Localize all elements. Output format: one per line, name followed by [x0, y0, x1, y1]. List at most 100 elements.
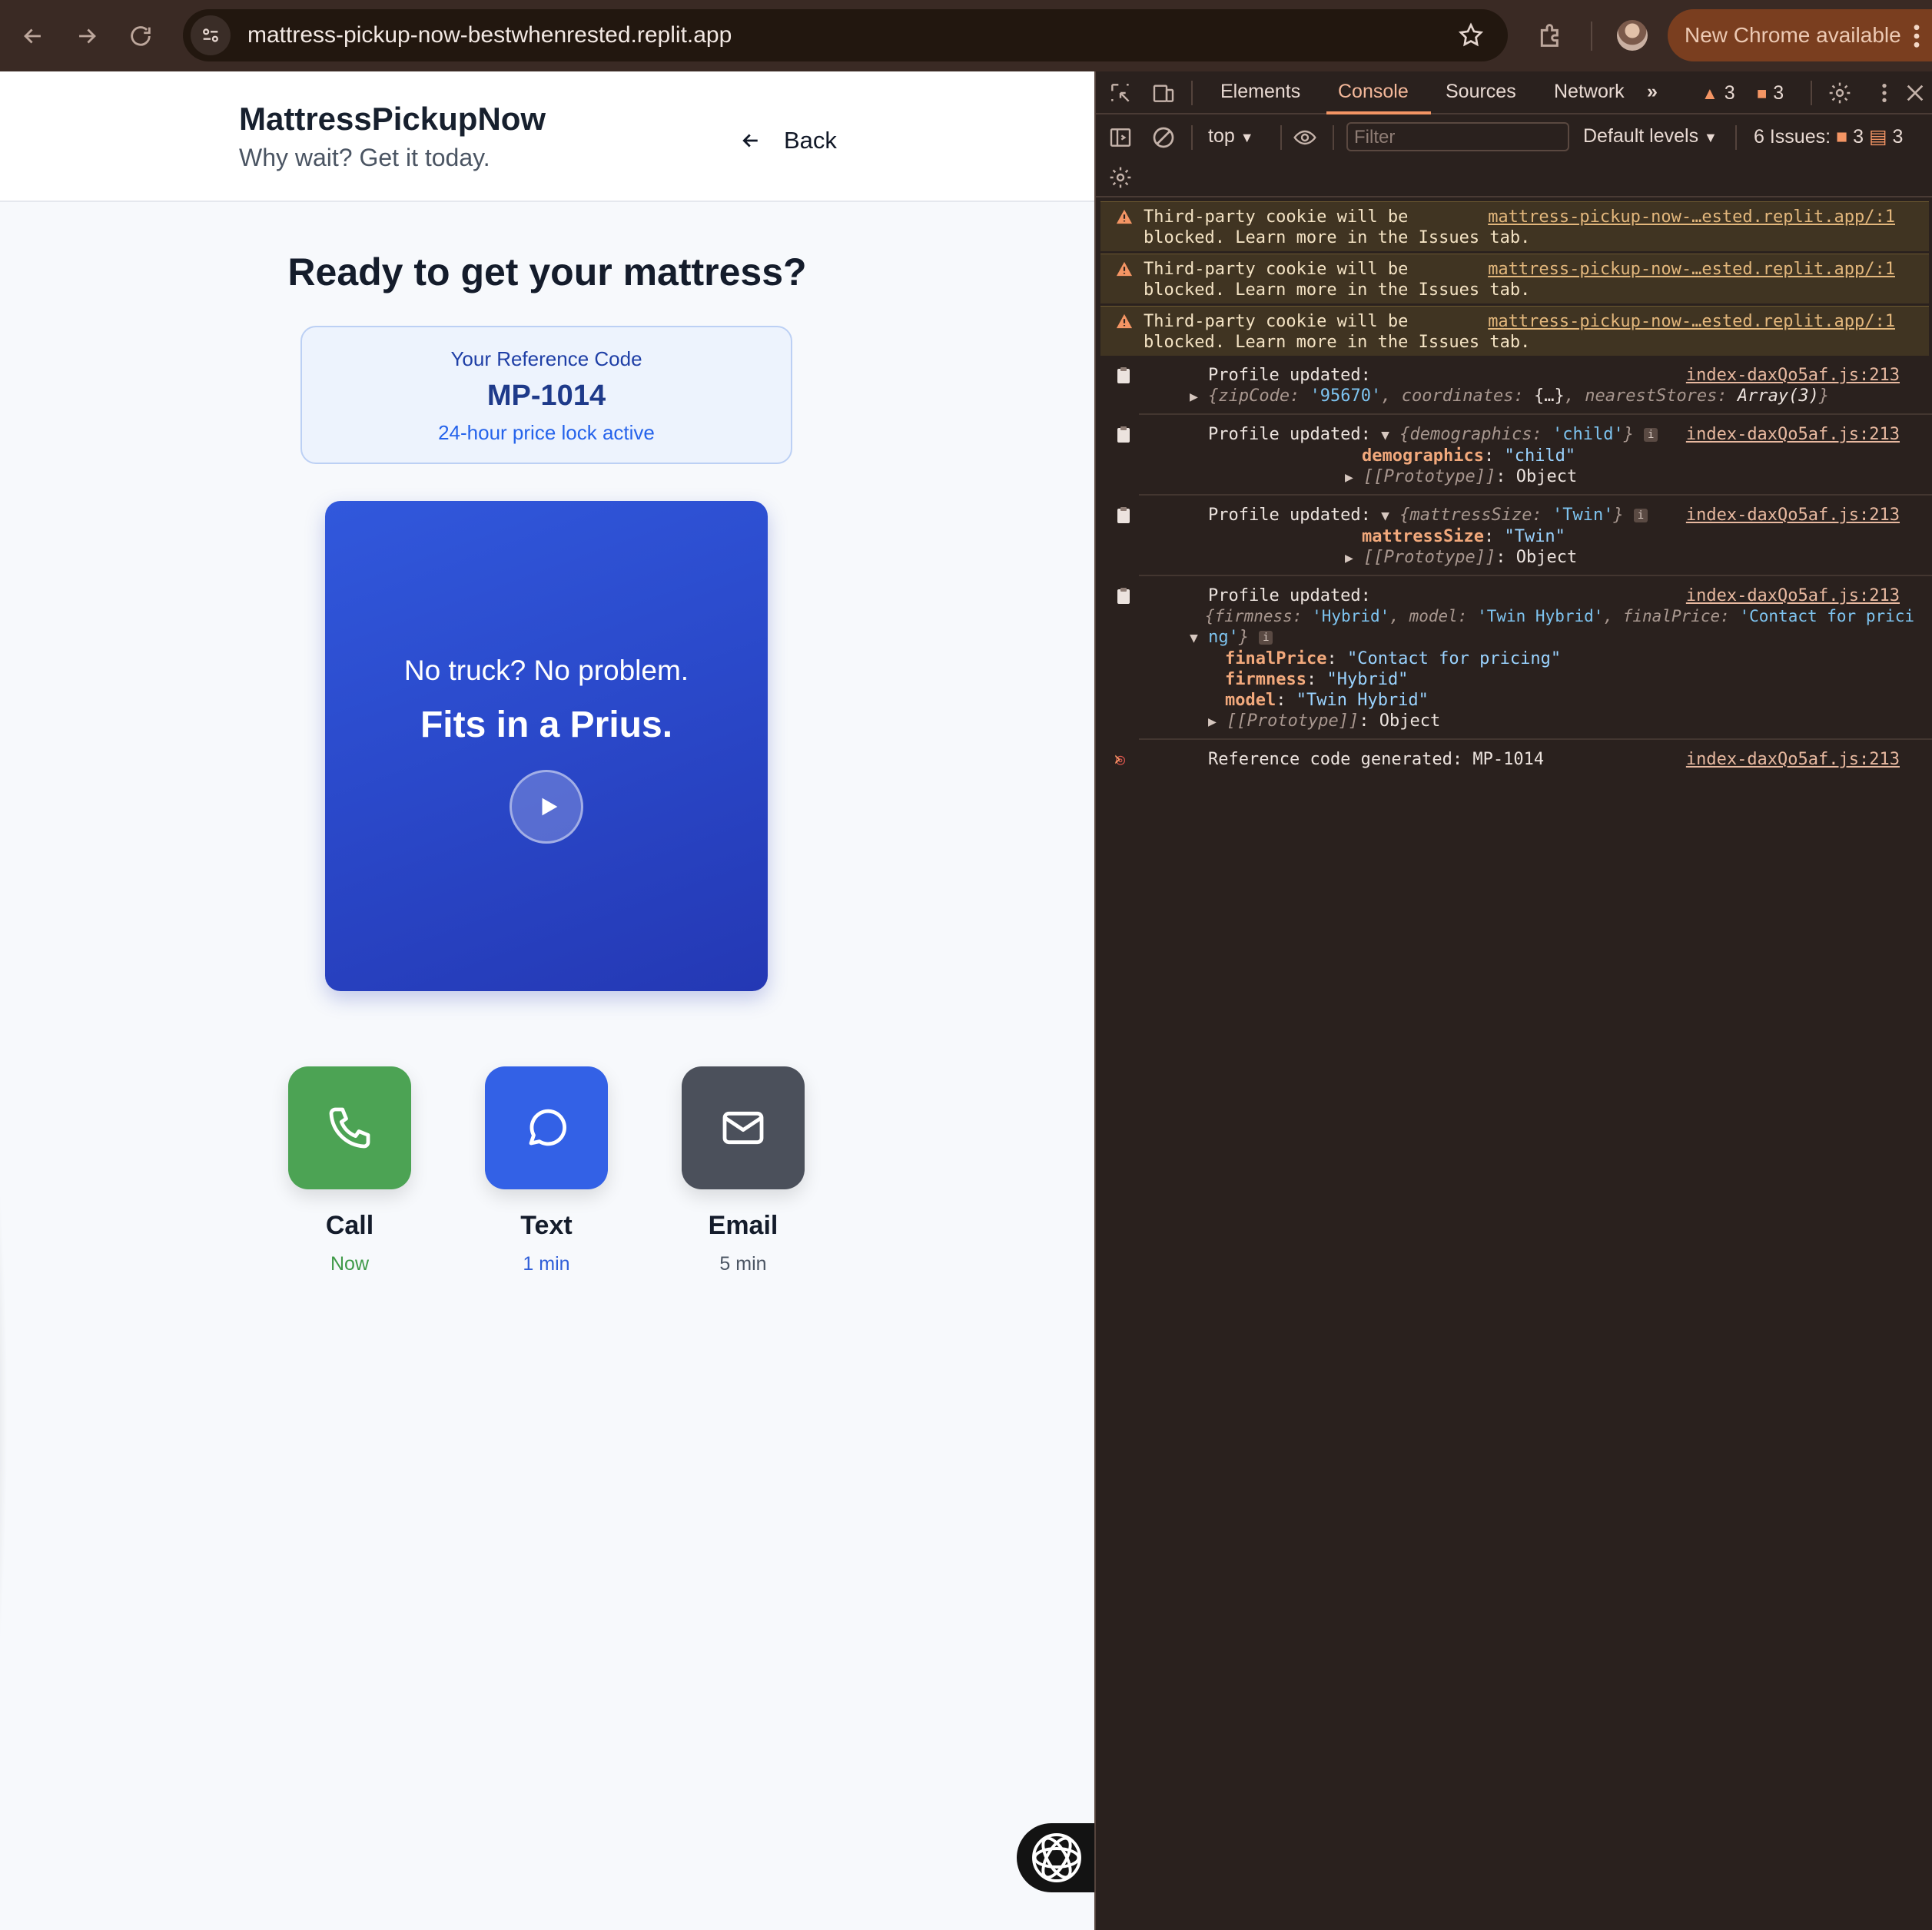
levels-value: Default levels	[1583, 125, 1699, 147]
warning-source-link[interactable]: mattress-pickup-now-…ested.replit.app/:1	[1488, 207, 1895, 227]
console-warning[interactable]: Third-party cookie will be blocked. Lear…	[1100, 306, 1929, 356]
mail-icon	[722, 1111, 764, 1145]
sidebar-toggle-icon[interactable]	[1108, 125, 1133, 154]
video-caption-line2: Fits in a Prius.	[420, 705, 673, 745]
profile-avatar[interactable]	[1617, 20, 1648, 51]
settings-gear-icon[interactable]	[1827, 81, 1852, 109]
contact-option-call[interactable]: Call Now	[288, 1066, 411, 1275]
email-label: Email	[708, 1211, 778, 1240]
tab-elements[interactable]: Elements	[1220, 81, 1300, 103]
console-settings-gear-icon[interactable]	[1108, 165, 1133, 193]
warning-source-link[interactable]: mattress-pickup-now-…ested.replit.app/:1	[1488, 311, 1895, 332]
text-button[interactable]	[485, 1066, 608, 1189]
expand-caret-icon[interactable]: ▶	[1345, 550, 1353, 566]
collapse-caret-icon[interactable]: ▼	[1381, 508, 1389, 524]
prop-key: demographics	[1362, 446, 1484, 466]
url-text[interactable]: mattress-pickup-now-bestwhenrested.repli…	[247, 22, 732, 48]
update-chrome-button[interactable]: New Chrome available	[1668, 9, 1932, 61]
console-warning[interactable]: Third-party cookie will be blocked. Lear…	[1100, 254, 1929, 303]
prototype-value: Object	[1515, 467, 1578, 486]
assistant-launcher[interactable]	[1017, 1823, 1094, 1892]
context-selector[interactable]: top ▼	[1208, 125, 1254, 148]
log-source-link[interactable]: index-daxQo5af.js:213	[1686, 424, 1900, 445]
log-title: Profile updated:	[1208, 586, 1371, 605]
back-button[interactable]: Back	[739, 118, 837, 164]
log-levels-dropdown[interactable]: Default levels ▼	[1583, 125, 1718, 148]
console-settings-row	[1096, 159, 1932, 197]
arrow-left-icon	[24, 28, 41, 44]
dropdown-caret-icon: ▼	[1704, 130, 1718, 145]
clipboard-icon	[1117, 588, 1130, 604]
brand-title[interactable]: MattressPickupNow	[239, 101, 546, 138]
warning-line2: blocked. Learn more in the Issues tab.	[1144, 280, 1531, 300]
tab-network[interactable]: Network	[1554, 81, 1625, 103]
console-filter-input[interactable]: Filter	[1346, 122, 1569, 151]
info-icon[interactable]: i	[1259, 631, 1273, 645]
call-eta: Now	[330, 1253, 369, 1275]
inspect-element-icon[interactable]	[1108, 81, 1133, 109]
contact-option-email[interactable]: Email 5 min	[682, 1066, 805, 1275]
site-info-button[interactable]	[191, 15, 231, 55]
price-lock-note: 24-hour price lock active	[438, 421, 655, 444]
devtools-menu-icon[interactable]	[1872, 81, 1897, 109]
log-source-link[interactable]: index-daxQo5af.js:213	[1686, 505, 1900, 526]
tab-sources[interactable]: Sources	[1446, 81, 1516, 103]
warning-source-link[interactable]: mattress-pickup-now-…ested.replit.app/:1	[1488, 259, 1895, 280]
expand-caret-icon[interactable]: ▶	[1208, 714, 1217, 730]
console-log[interactable]: ◎ Reference code generated: MP-1014 inde…	[1116, 744, 1932, 776]
email-button[interactable]	[682, 1066, 805, 1189]
log-source-link[interactable]: index-daxQo5af.js:213	[1686, 585, 1900, 606]
clear-console-icon[interactable]	[1151, 125, 1176, 154]
issue-info-icon: ▤	[1868, 126, 1887, 148]
console-prompt-chevron-icon[interactable]: ›	[1111, 748, 1124, 771]
promo-video[interactable]: No truck? No problem. Fits in a Prius.	[325, 501, 768, 991]
bookmark-star-icon[interactable]	[1457, 22, 1485, 53]
forward-nav-button[interactable]	[60, 0, 114, 71]
console-output: Third-party cookie will be blocked. Lear…	[1096, 199, 1932, 776]
console-log[interactable]: Profile updated: ▶ {zipCode: '95670', co…	[1117, 360, 1932, 415]
collapse-caret-icon[interactable]: ▼	[1381, 427, 1389, 443]
collapse-caret-icon[interactable]: ▼	[1190, 630, 1198, 646]
error-count: 3	[1773, 82, 1784, 104]
log-source-link[interactable]: index-daxQo5af.js:213	[1686, 365, 1900, 386]
info-icon[interactable]: i	[1633, 509, 1648, 522]
contact-option-text[interactable]: Text 1 min	[485, 1066, 608, 1275]
log-title: Profile updated:	[1208, 425, 1371, 444]
warning-count-badge[interactable]: ▲ 3	[1701, 82, 1735, 104]
log-source-link[interactable]: index-daxQo5af.js:213	[1686, 749, 1900, 770]
issues-warning-count: 3	[1853, 126, 1864, 148]
device-toolbar-icon[interactable]	[1151, 81, 1176, 109]
devtools-panel: Elements Console Sources Network » ▲ 3 ■…	[1094, 71, 1932, 1930]
message-flag-icon: ■	[1757, 83, 1768, 103]
warning-triangle-icon	[1116, 313, 1133, 329]
expand-caret-icon[interactable]: ▶	[1345, 469, 1353, 486]
reload-button[interactable]	[114, 0, 168, 71]
call-button[interactable]	[288, 1066, 411, 1189]
console-log[interactable]: Profile updated: ▼ {mattressSize: 'Twin'…	[1117, 500, 1932, 576]
browser-toolbar: mattress-pickup-now-bestwhenrested.repli…	[0, 0, 1932, 71]
prop-value: "Twin Hybrid"	[1296, 691, 1429, 710]
more-tabs-chevron-icon[interactable]: »	[1647, 81, 1658, 103]
back-nav-button[interactable]	[6, 0, 60, 71]
console-log[interactable]: Profile updated: {firmness: 'Hybrid', mo…	[1117, 581, 1932, 740]
console-log[interactable]: Profile updated: ▼ {demographics: 'child…	[1117, 419, 1932, 496]
more-menu-icon[interactable]	[1912, 23, 1921, 55]
toolbar-divider	[1333, 125, 1334, 150]
expand-caret-icon[interactable]: ▶	[1190, 389, 1198, 405]
issues-counter[interactable]: 6 Issues: ■ 3 ▤ 3	[1754, 125, 1903, 148]
error-count-badge[interactable]: ■ 3	[1757, 82, 1784, 104]
clipboard-icon	[1117, 426, 1130, 443]
console-warning[interactable]: Third-party cookie will be blocked. Lear…	[1100, 201, 1929, 251]
obj-value: Array(3)	[1737, 386, 1819, 406]
address-bar[interactable]: mattress-pickup-now-bestwhenrested.repli…	[183, 9, 1508, 61]
info-icon[interactable]: i	[1644, 428, 1658, 442]
prototype-key: [[Prototype]]	[1363, 467, 1496, 486]
toolbar-divider	[1591, 22, 1592, 51]
tab-console[interactable]: Console	[1338, 81, 1409, 103]
close-icon[interactable]	[1903, 81, 1927, 109]
extensions-puzzle-icon[interactable]	[1535, 20, 1566, 55]
play-button[interactable]	[510, 770, 583, 844]
assistant-logo-icon	[1032, 1833, 1081, 1882]
live-expression-eye-icon[interactable]	[1293, 125, 1317, 154]
obj-key: coordinates	[1401, 386, 1514, 406]
